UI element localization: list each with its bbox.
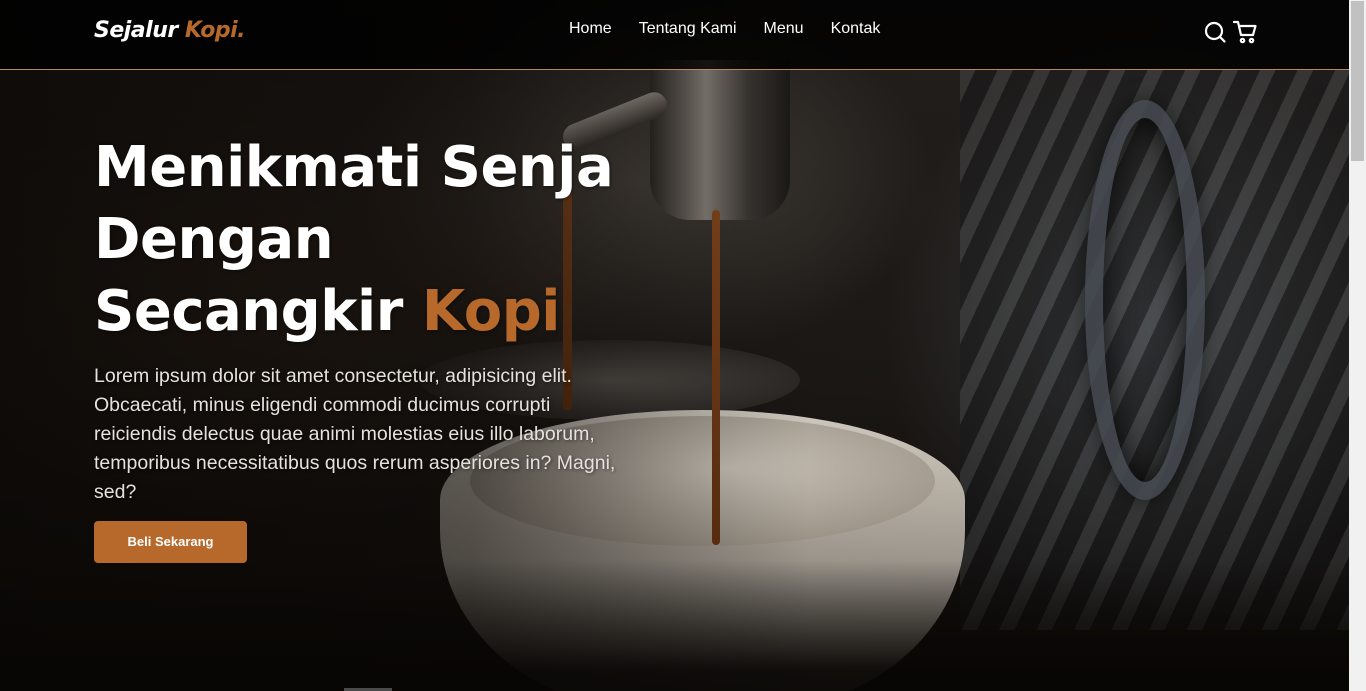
scrollbar-thumb[interactable] [1351, 1, 1364, 161]
hero-bottom-fade [0, 560, 1349, 691]
nav-links: Home Tentang Kami Menu Kontak [569, 20, 880, 38]
nav-link-kontak[interactable]: Kontak [831, 20, 881, 38]
navbar: Sejalur Kopi. Home Tentang Kami Menu Kon… [0, 0, 1349, 70]
hero-description: Lorem ipsum dolor sit amet consectetur, … [94, 365, 616, 503]
hero-content: Menikmati Senja Dengan Secangkir Kopi Lo… [94, 132, 654, 563]
headline-line-1: Menikmati Senja [94, 135, 614, 200]
hero-headline: Menikmati Senja Dengan Secangkir Kopi [94, 132, 654, 348]
shopping-cart-icon[interactable] [1232, 19, 1257, 45]
nav-link-tentang-kami[interactable]: Tentang Kami [639, 20, 737, 38]
headline-line-2: Dengan [94, 207, 334, 272]
brand-accent: Kopi. [184, 18, 246, 43]
brand-name: Sejalur [94, 18, 178, 43]
search-icon[interactable] [1203, 19, 1227, 45]
nav-link-menu[interactable]: Menu [764, 20, 804, 38]
brand-logo[interactable]: Sejalur Kopi. [94, 18, 246, 43]
nav-link-home[interactable]: Home [569, 20, 612, 38]
buy-now-button[interactable]: Beli Sekarang [94, 521, 247, 563]
nav-icons [1203, 19, 1257, 45]
headline-line-3: Secangkir [94, 279, 403, 344]
headline-accent: Kopi [421, 279, 561, 344]
vertical-scrollbar[interactable] [1349, 0, 1366, 691]
